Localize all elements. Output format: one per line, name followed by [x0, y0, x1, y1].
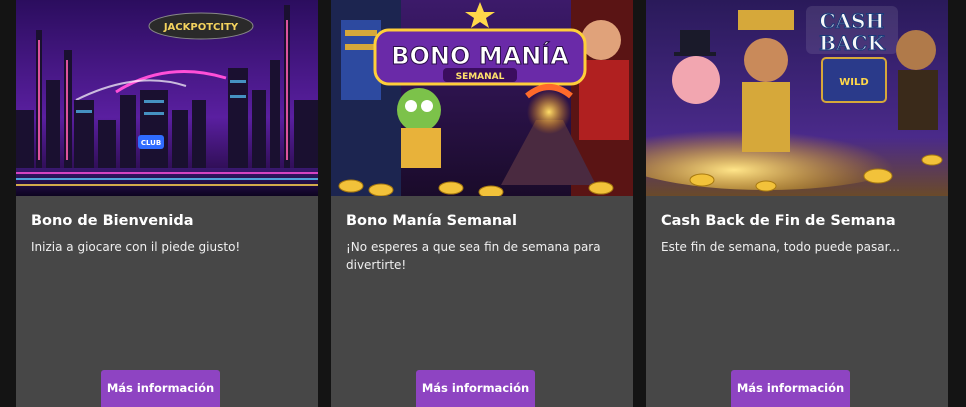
- weekly-mania-banner: BONO MANÍA SEMANAL: [331, 0, 633, 196]
- semanal-logo-text: SEMANAL: [456, 72, 505, 82]
- promo-description: Este fin de semana, todo puede pasar...: [661, 240, 900, 254]
- promo-card-weekend-cashback: CASH BACK WILD Cash Back de Fin de Seman…: [646, 0, 948, 407]
- promo-title: Bono de Bienvenida: [31, 213, 194, 229]
- promo-title: Cash Back de Fin de Semana: [661, 213, 896, 229]
- promo-card-welcome-bonus: JACKPOTCITY CLUB Bono de Bienvenida Iniz…: [16, 0, 318, 407]
- more-info-button[interactable]: Más información: [416, 370, 535, 407]
- more-info-button[interactable]: Más información: [731, 370, 850, 407]
- back-logo-text: BACK: [819, 31, 885, 55]
- cash-logo-text: CASH: [820, 9, 885, 33]
- bono-mania-logo-text: BONO MANÍA: [391, 41, 569, 70]
- promo-description: Inizia a giocare con il piede giusto!: [31, 240, 241, 254]
- club-sign-text: CLUB: [141, 139, 161, 147]
- wild-reel-text: WILD: [839, 77, 868, 88]
- blimp-logo-text: JACKPOTCITY: [163, 22, 239, 33]
- more-info-button[interactable]: Más información: [101, 370, 220, 407]
- promo-description: ¡No esperes a que sea fin de semana para…: [346, 240, 601, 272]
- weekend-cashback-banner: CASH BACK WILD: [646, 0, 948, 196]
- promo-title: Bono Manía Semanal: [346, 213, 517, 229]
- page-edge: [948, 0, 966, 407]
- welcome-bonus-banner: JACKPOTCITY CLUB: [16, 0, 318, 196]
- promo-card-weekly-mania: BONO MANÍA SEMANAL Bono Manía Semanal ¡N…: [331, 0, 633, 407]
